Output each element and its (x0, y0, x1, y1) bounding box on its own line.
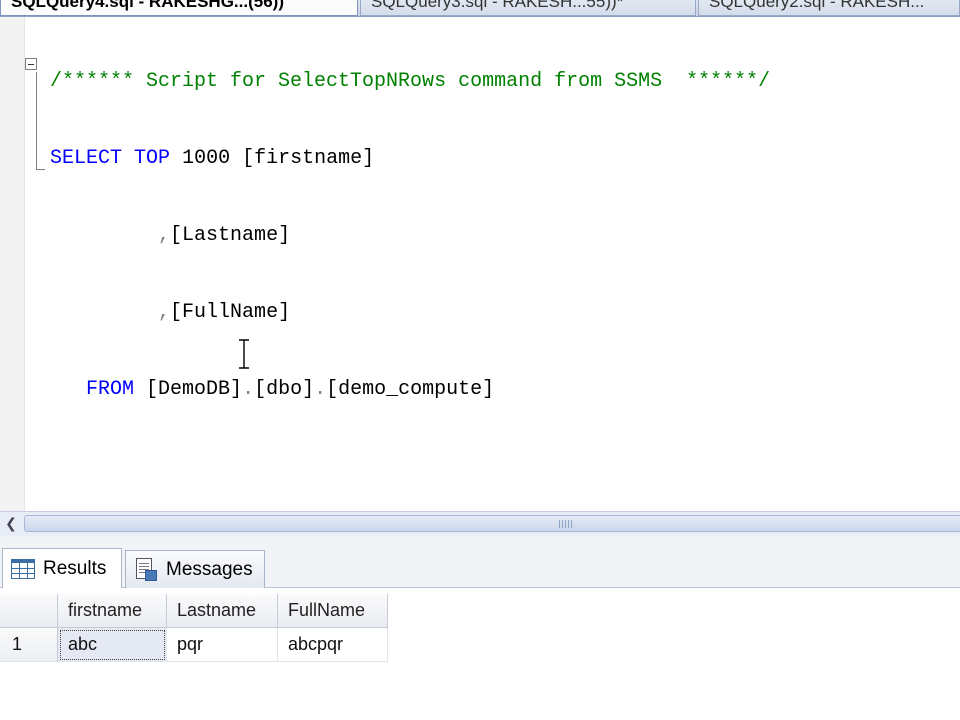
keyword-select: SELECT (50, 147, 123, 170)
ibeam-cursor-icon (239, 339, 249, 369)
column-header-firstname[interactable]: firstname (58, 594, 167, 628)
cell-firstname[interactable]: abc (58, 628, 167, 662)
code-block: /****** Script for SelectTopNRows comman… (50, 20, 770, 451)
tab-sqlquery2[interactable]: SQLQuery2.sql - RAKESH... (698, 0, 960, 16)
column-fullname: [FullName] (170, 301, 291, 324)
dot: . (314, 378, 327, 401)
sql-comment: /****** Script for SelectTopNRows comman… (50, 70, 771, 93)
cell-lastname[interactable]: pqr (167, 628, 278, 662)
results-tab-bar: Results Messages (0, 536, 960, 588)
comma: , (158, 224, 171, 247)
top-count: 1000 (182, 147, 231, 170)
keyword-top: TOP (134, 147, 171, 170)
keyword-from: FROM (86, 378, 135, 401)
code-line-fullname: ,[FullName] (50, 297, 770, 328)
collapse-outline-icon[interactable] (25, 58, 37, 70)
code-line-from: FROM [DemoDB].[dbo].[demo_compute] (50, 374, 770, 405)
results-pane: Results Messages firstname Lastname Full… (0, 536, 960, 720)
cell-fullname[interactable]: abcpqr (278, 628, 388, 662)
message-icon (134, 557, 158, 582)
comma: , (158, 301, 171, 324)
schema-name: [dbo] (254, 378, 315, 401)
horizontal-scrollbar[interactable]: ❮ (0, 511, 960, 537)
column-header-fullname[interactable]: FullName (278, 594, 388, 628)
code-line-lastname: ,[Lastname] (50, 220, 770, 251)
arrow-left-icon[interactable]: ❮ (0, 512, 22, 536)
column-header-lastname[interactable]: Lastname (167, 594, 278, 628)
row-number[interactable]: 1 (0, 628, 58, 662)
code-line-comment: /****** Script for SelectTopNRows comman… (50, 66, 770, 97)
tab-sqlquery4[interactable]: SQLQuery4.sql - RAKESHG...(56)) (0, 0, 358, 16)
query-editor[interactable]: /****** Script for SelectTopNRows comman… (0, 17, 960, 511)
ssms-window: SQLQuery4.sql - RAKESHG...(56)) SQLQuery… (0, 0, 960, 720)
table-name: [demo_compute] (326, 378, 495, 401)
dot: . (242, 378, 255, 401)
tab-results[interactable]: Results (2, 548, 122, 588)
grid-icon (11, 558, 35, 579)
tab-sqlquery3[interactable]: SQLQuery3.sql - RAKESH...55))* (360, 0, 696, 16)
column-firstname: [firstname] (242, 147, 375, 170)
tab-results-label: Results (43, 557, 107, 579)
tab-messages-label: Messages (166, 558, 253, 580)
outline-guide-end (36, 169, 45, 170)
document-tab-bar: SQLQuery4.sql - RAKESHG...(56)) SQLQuery… (0, 0, 960, 17)
outline-guide-line (36, 72, 37, 169)
scroll-thumb[interactable] (24, 515, 960, 532)
database-name: [DemoDB] (146, 378, 243, 401)
column-lastname: [Lastname] (170, 224, 291, 247)
tab-messages[interactable]: Messages (125, 550, 265, 588)
code-line-select: SELECT TOP 1000 [firstname] (50, 143, 770, 174)
editor-gutter (0, 17, 25, 511)
scroll-grip-icon (559, 520, 573, 528)
grid-corner[interactable] (0, 594, 58, 628)
